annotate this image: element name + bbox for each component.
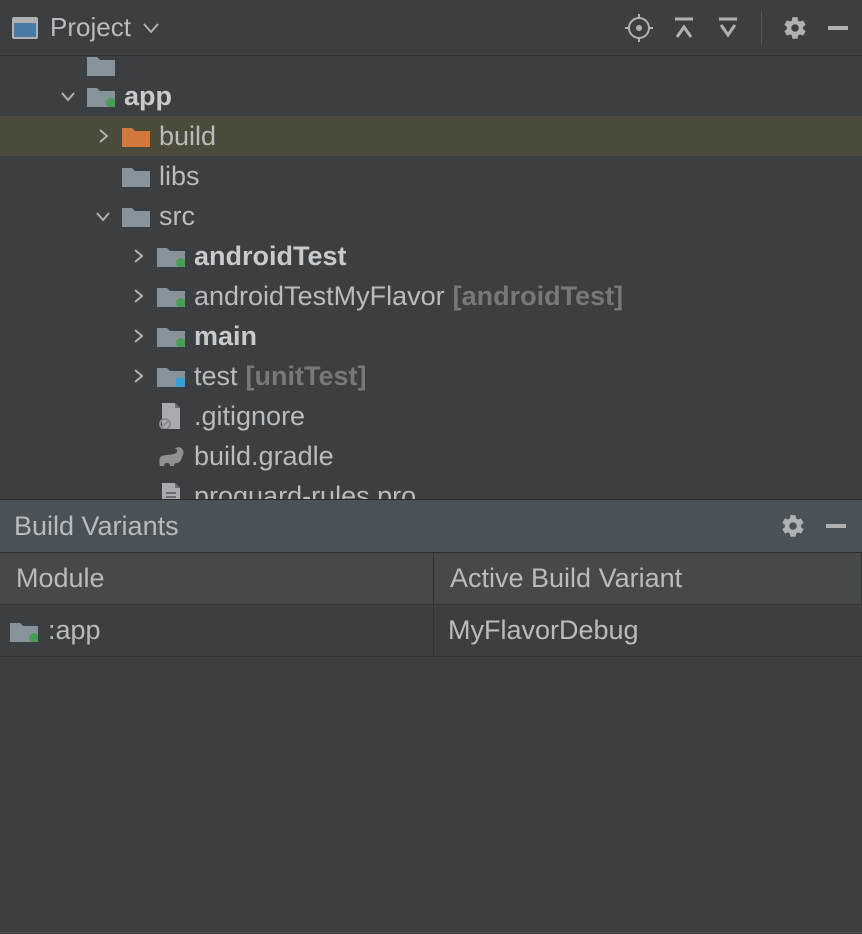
expand-all-button[interactable]: [671, 15, 697, 41]
collapse-all-icon: [715, 15, 741, 41]
tree-label: src: [159, 201, 195, 232]
tree-label: proguard-rules.pro: [194, 481, 416, 500]
tree-label: libs: [159, 161, 200, 192]
tree-label: androidTest: [194, 241, 347, 272]
select-opened-file-button[interactable]: [625, 14, 653, 42]
column-header-module[interactable]: Module: [0, 553, 434, 605]
tree-label: build.gradle: [194, 441, 334, 472]
tree-node-androidtestmyflavor[interactable]: androidTestMyFlavor [androidTest]: [0, 276, 862, 316]
chevron-right-icon[interactable]: [120, 368, 156, 384]
tree-node-build-gradle[interactable]: build.gradle: [0, 436, 862, 476]
tree-label: test: [194, 361, 238, 392]
tree-label-suffix: [androidTest]: [453, 281, 624, 312]
tree-node-app[interactable]: app: [0, 76, 862, 116]
variants-hide-button[interactable]: [824, 514, 848, 538]
source-module-icon: [156, 325, 186, 347]
tree-label-suffix: [unitTest]: [246, 361, 367, 392]
tree-node-build[interactable]: build: [0, 116, 862, 156]
view-dropdown-button[interactable]: [143, 23, 159, 33]
module-name: :app: [48, 615, 101, 646]
tree-node-libs[interactable]: libs: [0, 156, 862, 196]
variants-empty-area: [0, 657, 862, 933]
minimize-icon: [824, 514, 848, 538]
tree-node-proguard[interactable]: proguard-rules.pro: [0, 476, 862, 499]
expand-all-icon: [671, 15, 697, 41]
chevron-right-icon[interactable]: [85, 128, 121, 144]
folder-icon: [121, 205, 151, 227]
build-variants-header: Build Variants: [0, 499, 862, 553]
tree-label: app: [124, 81, 172, 112]
tree-label: main: [194, 321, 257, 352]
module-icon: [10, 620, 38, 642]
project-title: Project: [50, 12, 131, 43]
target-icon: [625, 14, 653, 42]
tree-node-test[interactable]: test [unitTest]: [0, 356, 862, 396]
folder-icon: [86, 56, 116, 76]
cell-module: :app: [0, 605, 434, 656]
toolbar-right: [625, 11, 850, 45]
tree-node-androidtest[interactable]: androidTest: [0, 236, 862, 276]
toolbar-separator: [761, 11, 762, 45]
build-variants-title: Build Variants: [14, 511, 179, 542]
test-module-icon: [156, 285, 186, 307]
toolbar-left: Project: [12, 12, 159, 43]
cell-variant[interactable]: MyFlavorDebug: [434, 605, 862, 656]
tree-node-src[interactable]: src: [0, 196, 862, 236]
hide-button[interactable]: [826, 16, 850, 40]
chevron-right-icon[interactable]: [120, 328, 156, 344]
build-variants-table: Module Active Build Variant :app MyFlavo…: [0, 553, 862, 657]
variants-settings-button[interactable]: [780, 513, 806, 539]
file-ignored-icon: [156, 403, 186, 429]
minimize-icon: [826, 16, 850, 40]
gear-icon: [780, 513, 806, 539]
tree-node-main[interactable]: main: [0, 316, 862, 356]
settings-button[interactable]: [782, 15, 808, 41]
tree-label: build: [159, 121, 216, 152]
chevron-right-icon[interactable]: [120, 248, 156, 264]
tree-label: androidTestMyFlavor: [194, 281, 445, 312]
table-row[interactable]: :app MyFlavorDebug: [0, 605, 862, 657]
table-header: Module Active Build Variant: [0, 553, 862, 605]
project-tree[interactable]: app build libs src androidTest: [0, 56, 862, 499]
project-toolbar: Project: [0, 0, 862, 56]
gear-icon: [782, 15, 808, 41]
unit-test-module-icon: [156, 365, 186, 387]
file-icon: [156, 483, 186, 499]
test-module-icon: [156, 245, 186, 267]
excluded-folder-icon: [121, 125, 151, 147]
tree-label: .gitignore: [194, 401, 305, 432]
folder-icon: [121, 165, 151, 187]
chevron-right-icon[interactable]: [120, 288, 156, 304]
tree-node-gitignore[interactable]: .gitignore: [0, 396, 862, 436]
gradle-icon: [156, 445, 186, 467]
chevron-down-icon: [143, 23, 159, 33]
window-icon: [12, 17, 38, 39]
column-header-variant[interactable]: Active Build Variant: [434, 553, 862, 605]
tree-node-truncated[interactable]: [0, 56, 862, 76]
collapse-all-button[interactable]: [715, 15, 741, 41]
module-icon: [86, 85, 116, 107]
variant-value: MyFlavorDebug: [448, 615, 639, 646]
chevron-down-icon[interactable]: [85, 208, 121, 224]
chevron-down-icon[interactable]: [50, 88, 86, 104]
